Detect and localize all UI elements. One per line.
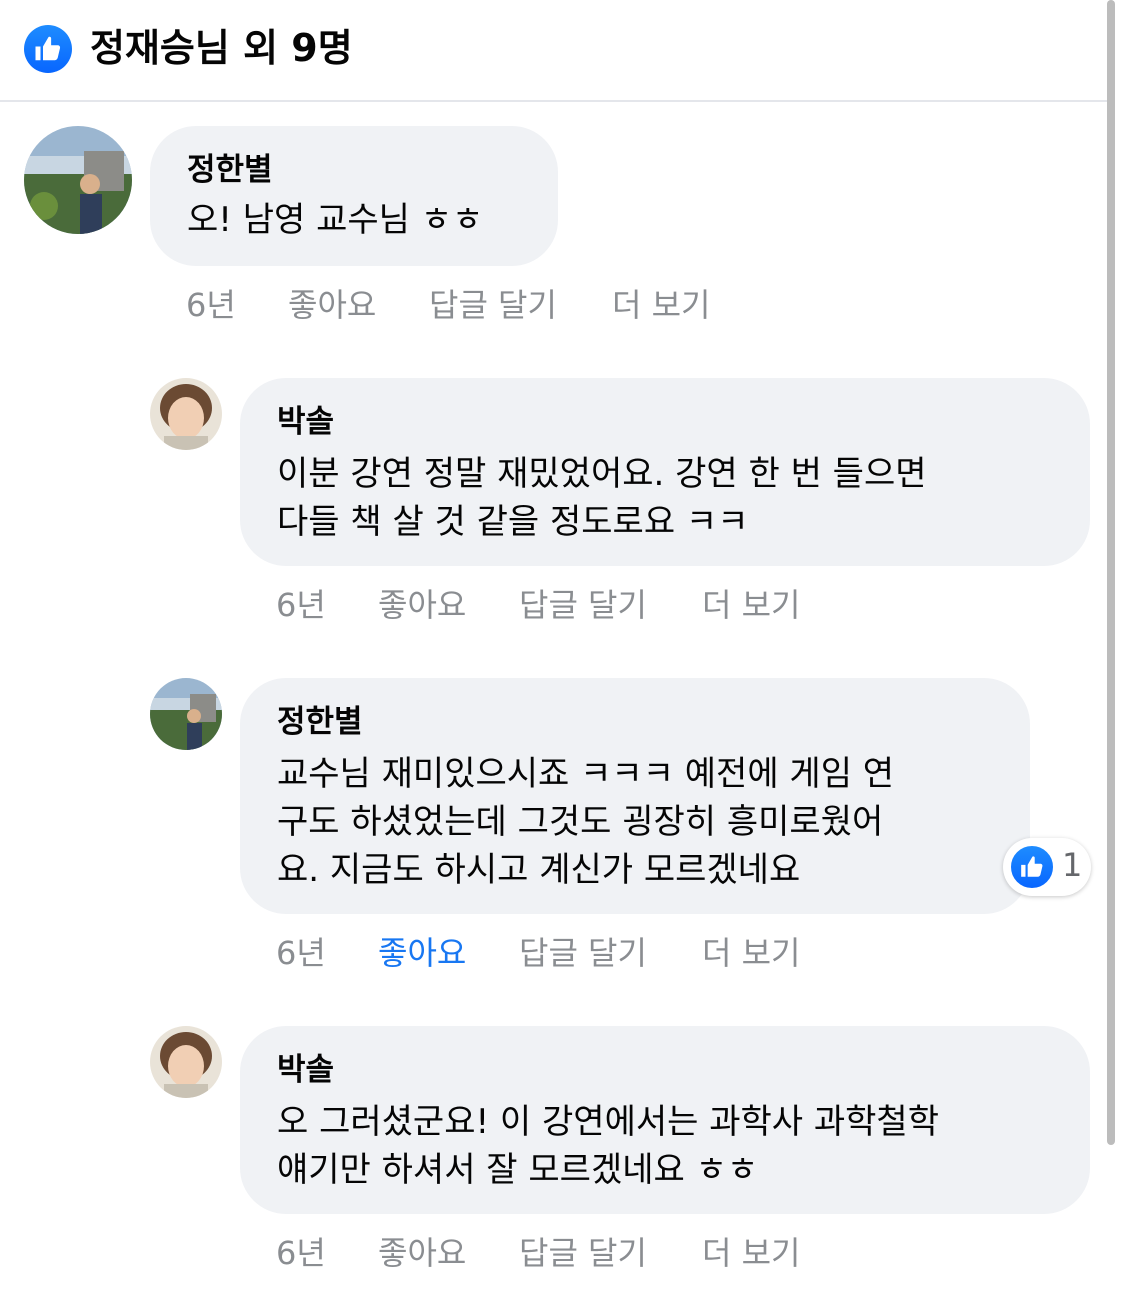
comment-author[interactable]: 정한별 bbox=[277, 696, 363, 741]
comment-actions: 6년 좋아요 답글 달기 더 보기 bbox=[276, 1228, 876, 1272]
comment-text: 오! 남영 교수님 ㅎㅎ bbox=[187, 200, 484, 240]
comment-text-line: 요. 지금도 하시고 계신가 모르겠네요 bbox=[277, 850, 801, 890]
comment-actions: 6년 좋아요 답글 달기 더 보기 bbox=[276, 928, 876, 972]
reply-button[interactable]: 답글 달기 bbox=[429, 280, 557, 326]
like-button[interactable]: 좋아요 bbox=[378, 580, 466, 626]
comment-text-line: 오 그러셨군요! 이 강연에서는 과학사 과학철학 bbox=[277, 1102, 939, 1142]
comment-time: 6년 bbox=[276, 934, 326, 972]
comment-author[interactable]: 정한별 bbox=[187, 144, 273, 189]
comment-text-line: 다들 책 살 것 같을 정도로요 ㅋㅋ bbox=[277, 502, 749, 542]
comment-bubble: 정한별 교수님 재미있으시죠 ㅋㅋㅋ 예전에 게임 연 구도 하셨었는데 그것도… bbox=[240, 678, 1030, 914]
reactions-header[interactable]: 정재승님 외 9명 bbox=[0, 0, 1113, 102]
comment-actions: 6년 좋아요 답글 달기 더 보기 bbox=[186, 280, 786, 324]
comment-bubble: 박솔 오 그러셨군요! 이 강연에서는 과학사 과학철학 얘기만 하셔서 잘 모… bbox=[240, 1026, 1090, 1214]
avatar-bakssol[interactable] bbox=[150, 378, 222, 450]
comment-text-line: 교수님 재미있으시죠 ㅋㅋㅋ 예전에 게임 연 bbox=[277, 754, 895, 794]
avatar-bakssol[interactable] bbox=[150, 1026, 222, 1098]
like-icon bbox=[1008, 843, 1056, 891]
avatar-jeonghanbyeol[interactable] bbox=[24, 126, 132, 234]
reply-button[interactable]: 답글 달기 bbox=[519, 928, 647, 974]
avatar-jeonghanbyeol[interactable] bbox=[150, 678, 222, 750]
like-button[interactable]: 좋아요 bbox=[378, 928, 466, 974]
reply-button[interactable]: 답글 달기 bbox=[519, 580, 647, 626]
comment-time: 6년 bbox=[186, 286, 236, 324]
comment-actions: 6년 좋아요 답글 달기 더 보기 bbox=[276, 580, 876, 624]
comment-time: 6년 bbox=[276, 1234, 326, 1272]
like-button[interactable]: 좋아요 bbox=[378, 1228, 466, 1274]
more-button[interactable]: 더 보기 bbox=[702, 1228, 801, 1274]
comment-text-line: 구도 하셨었는데 그것도 굉장히 흥미로웠어 bbox=[277, 802, 884, 842]
like-button[interactable]: 좋아요 bbox=[288, 280, 376, 326]
reactions-page: 정재승님 외 9명 정한별 오! 남영 교수님 ㅎㅎ 6년 좋아요 답글 달기 … bbox=[0, 0, 1125, 1293]
more-button[interactable]: 더 보기 bbox=[702, 580, 801, 626]
more-button[interactable]: 더 보기 bbox=[612, 280, 711, 326]
scrollbar[interactable] bbox=[1107, 0, 1115, 1145]
comment-bubble: 정한별 오! 남영 교수님 ㅎㅎ bbox=[150, 126, 558, 266]
comment-bubble: 박솔 이분 강연 정말 재밌었어요. 강연 한 번 들으면 다들 책 살 것 같… bbox=[240, 378, 1090, 566]
like-icon bbox=[24, 25, 72, 73]
comment-time: 6년 bbox=[276, 586, 326, 624]
comment-author[interactable]: 박솔 bbox=[277, 1044, 334, 1089]
more-button[interactable]: 더 보기 bbox=[702, 928, 801, 974]
comment-author[interactable]: 박솔 bbox=[277, 396, 334, 441]
reaction-summary[interactable]: 1 bbox=[1003, 838, 1091, 896]
reaction-count: 1 bbox=[1062, 846, 1083, 884]
reply-button[interactable]: 답글 달기 bbox=[519, 1228, 647, 1274]
reactions-title[interactable]: 정재승님 외 9명 bbox=[90, 22, 353, 74]
comment-text-line: 이분 강연 정말 재밌었어요. 강연 한 번 들으면 bbox=[277, 454, 927, 494]
comment-text-line: 얘기만 하셔서 잘 모르겠네요 ㅎㅎ bbox=[277, 1150, 759, 1190]
